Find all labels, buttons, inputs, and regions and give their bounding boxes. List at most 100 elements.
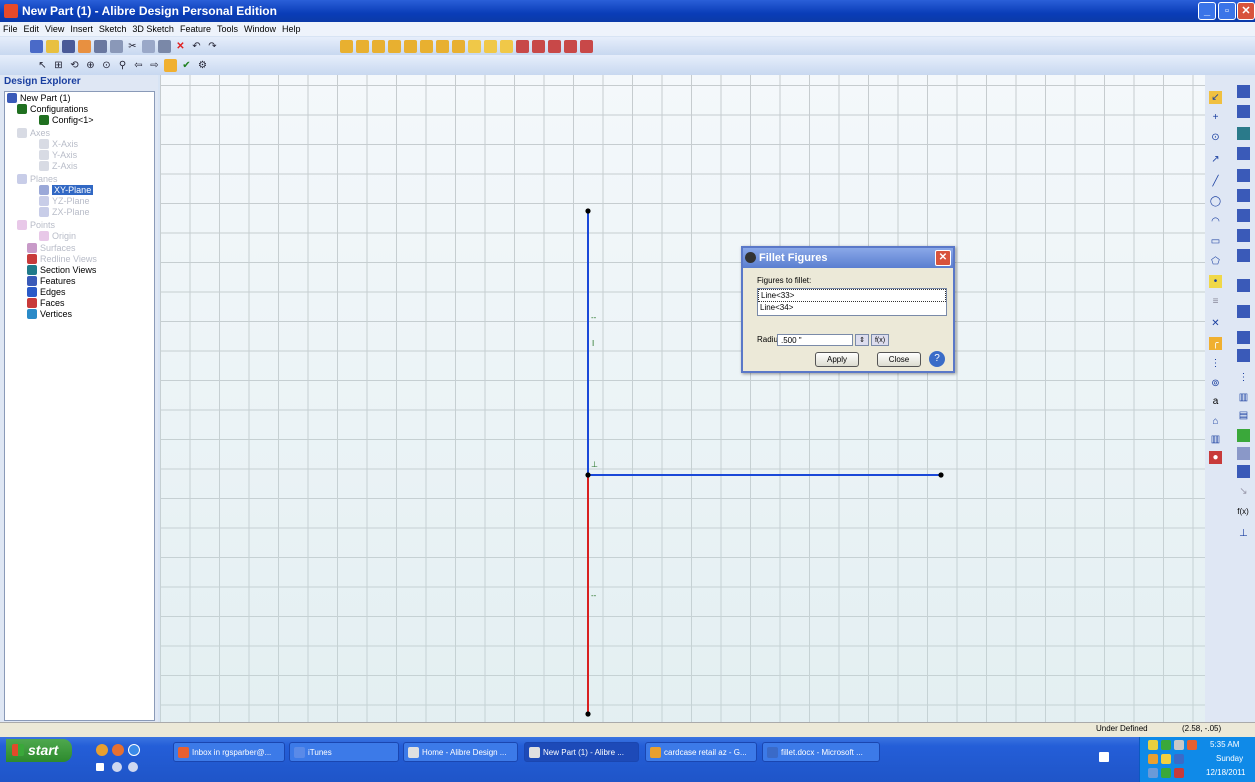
quicklaunch-browser-icon[interactable] [112, 744, 124, 756]
spline-icon[interactable]: ↗ [1209, 153, 1222, 166]
shaded-icon[interactable] [1237, 279, 1250, 292]
line-icon[interactable]: ╱ [1209, 175, 1222, 188]
cursor-coordinates: (2.58, -.05) [1182, 724, 1222, 733]
help-icon[interactable]: ? [929, 351, 945, 367]
trim-icon[interactable]: ✕ [1209, 317, 1222, 330]
offset-icon[interactable]: ≡ [1209, 295, 1222, 308]
sketch-state: Under Defined [1096, 724, 1148, 733]
view-left-icon[interactable] [1237, 169, 1250, 182]
quicklaunch-desktop-icon[interactable] [96, 763, 104, 771]
cancel-sketch-icon[interactable]: ● [1209, 451, 1222, 464]
tray-shield-icon[interactable] [1174, 768, 1184, 778]
wireframe-icon[interactable] [1237, 305, 1250, 318]
language-icon[interactable] [1099, 752, 1109, 762]
center-point-icon[interactable]: ⊙ [1209, 131, 1222, 144]
task-inbox[interactable]: Inbox in rgsparber@... [173, 742, 285, 762]
fillet-figures-dialog: Fillet Figures ✕ Figures to fillet: Line… [741, 246, 955, 373]
list-item[interactable]: Line<33> [758, 289, 946, 302]
sketch-geometry: -- I ⊥ -- [585, 208, 944, 717]
render-icon[interactable] [1237, 465, 1250, 478]
clock-date: 12/18/2011 [1206, 768, 1246, 777]
view-back-icon[interactable] [1237, 105, 1250, 118]
task-new-part[interactable]: New Part (1) - Alibre ... [524, 742, 639, 762]
snap-icon[interactable]: • [1209, 275, 1222, 288]
dialog-close-icon[interactable]: ✕ [935, 250, 951, 266]
perpendicular-marker: ⊥ [591, 460, 598, 469]
sketch-endpoint[interactable] [585, 208, 591, 214]
radius-spinner[interactable]: ⇕ [855, 334, 869, 346]
quicklaunch-settings-icon[interactable] [128, 762, 138, 772]
quicklaunch-media-icon[interactable] [112, 762, 122, 772]
list-item[interactable]: Line<34> [758, 302, 946, 313]
sketch-endpoint[interactable] [938, 472, 944, 478]
constraint-marker: I [592, 339, 594, 348]
radius-equation-button[interactable]: f(x) [871, 334, 889, 346]
light-icon[interactable]: ↘ [1237, 485, 1250, 498]
arc-icon[interactable]: ◠ [1209, 215, 1222, 228]
speaker-icon[interactable] [1174, 740, 1184, 750]
tray-notify-icon[interactable] [1148, 740, 1158, 750]
tray-security-icon[interactable] [1187, 740, 1197, 750]
close-dialog-button[interactable]: Close [877, 352, 921, 367]
globe-icon[interactable] [1237, 429, 1250, 442]
polygon-icon[interactable]: ⬠ [1209, 255, 1222, 268]
tray-update-icon[interactable] [1174, 754, 1184, 764]
word-icon [767, 747, 778, 758]
circle-icon[interactable]: ◯ [1209, 195, 1222, 208]
fillet-sketch-icon[interactable]: ╭ [1209, 337, 1222, 350]
dimension-display-icon[interactable]: ⊥ [1237, 527, 1250, 540]
clock-day: Sunday [1216, 754, 1244, 763]
sketch-toolbar: ↙ + ⊙ ↗ ╱ ◯ ◠ ▭ ⬠ • ≡ ✕ ╭ ⋮ ⊚ a ⌂ ▥ ● ⋮ … [1205, 75, 1255, 722]
clock-time[interactable]: 5:35 AM [1210, 740, 1239, 749]
task-home-alibre[interactable]: Home - Alibre Design ... [403, 742, 518, 762]
windows-logo-icon [12, 744, 24, 756]
sketch-endpoint[interactable] [585, 472, 591, 478]
task-cardcase[interactable]: cardcase retail az - G... [645, 742, 757, 762]
sketch-mode-icon[interactable]: ↙ [1209, 91, 1222, 104]
view-dimetric-icon[interactable] [1237, 249, 1250, 262]
tray-network-icon[interactable] [1161, 740, 1171, 750]
grid-settings-icon[interactable]: ⋮ [1237, 371, 1250, 384]
view-bottom-icon[interactable] [1237, 147, 1250, 160]
taskbar: start Inbox in rgsparber@... iTunes Home… [0, 737, 1255, 782]
equation-editor-icon[interactable]: f(x) [1233, 505, 1253, 518]
properties-icon[interactable]: ▤ [1237, 409, 1250, 422]
firefox-icon [650, 747, 661, 758]
task-itunes[interactable]: iTunes [289, 742, 399, 762]
itunes-icon [294, 747, 305, 758]
view-iso-icon[interactable] [1237, 209, 1250, 222]
figures-list[interactable]: Line<33> Line<34> [757, 288, 947, 316]
reference-icon[interactable]: ⌂ [1209, 415, 1222, 428]
figures-label: Figures to fillet: [757, 276, 812, 285]
view-front-icon[interactable] [1237, 85, 1250, 98]
view-top-icon[interactable] [1237, 127, 1250, 140]
tray-antivirus-icon[interactable] [1161, 768, 1171, 778]
dimension-icon[interactable]: ⊚ [1209, 377, 1222, 390]
task-word-doc[interactable]: fillet.docx - Microsoft ... [762, 742, 880, 762]
mail-icon [178, 747, 189, 758]
quicklaunch-firefox-icon[interactable] [96, 744, 108, 756]
tray-folder-icon[interactable] [1161, 754, 1171, 764]
tray-app-icon[interactable] [1148, 754, 1158, 764]
pattern-grid-icon[interactable]: ⋮ [1209, 357, 1222, 370]
point-icon[interactable]: + [1209, 111, 1222, 124]
measure-icon[interactable]: ▥ [1237, 391, 1250, 404]
project-icon[interactable]: ▥ [1209, 433, 1222, 446]
apply-button[interactable]: Apply [815, 352, 859, 367]
alibre-icon [408, 747, 419, 758]
constraint-marker: -- [591, 313, 597, 322]
hidden-lines-icon[interactable] [1237, 331, 1250, 344]
section-icon[interactable] [1237, 349, 1250, 362]
sketch-endpoint[interactable] [585, 711, 591, 717]
tray-sync-icon[interactable] [1148, 768, 1158, 778]
dialog-title-bar[interactable]: Fillet Figures ✕ [743, 248, 953, 268]
quicklaunch-ie-icon[interactable] [128, 744, 140, 756]
status-bar: Under Defined (2.58, -.05) [0, 722, 1255, 737]
appearance-icon[interactable] [1237, 447, 1250, 460]
rectangle-icon[interactable]: ▭ [1209, 235, 1222, 248]
view-normal-icon[interactable] [1237, 229, 1250, 242]
view-right-icon[interactable] [1237, 189, 1250, 202]
radius-input[interactable]: .500 " [777, 334, 853, 346]
text-icon[interactable]: a [1209, 395, 1222, 408]
start-button[interactable]: start [6, 739, 72, 762]
